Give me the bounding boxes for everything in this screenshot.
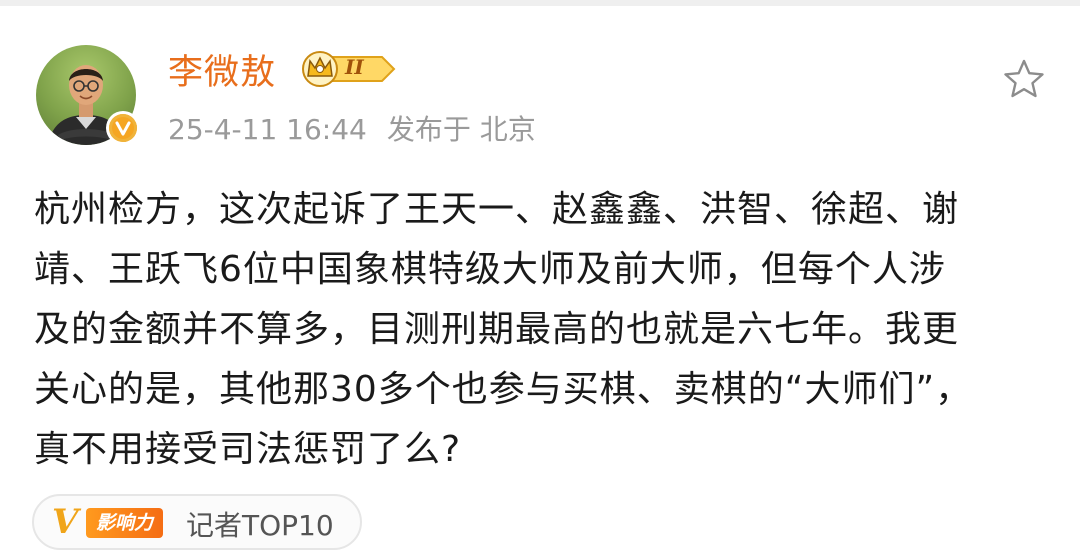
influence-v-icon: V: [52, 502, 79, 542]
verified-v-icon: [109, 114, 137, 142]
post-text-line: 及的金额并不算多，目测刑期最高的也就是六七年。我更: [34, 309, 960, 350]
post-text-line: 真不用接受司法惩罚了么?: [34, 429, 462, 470]
influence-tag-label: 记者TOP10: [186, 509, 334, 542]
level-badge-label: II: [345, 55, 364, 79]
post-body: 杭州检方，这次起诉了王天一、赵鑫鑫、洪智、徐超、谢 靖、王跃飞6位中国象棋特级大…: [34, 180, 1054, 480]
post-text-line: 关心的是，其他那30多个也参与买棋、卖棋的“大师们”，: [34, 369, 973, 410]
influence-tag-chip[interactable]: V 影响力 记者TOP10: [32, 494, 362, 550]
post-timestamp: 25-4-11 16:44: [168, 113, 367, 146]
author-name[interactable]: 李微敖: [168, 44, 276, 95]
top-divider: [0, 0, 1080, 6]
favorite-star-icon[interactable]: [1003, 58, 1045, 100]
influence-badge: 影响力: [86, 508, 164, 538]
post-text-line: 靖、王跃飞6位中国象棋特级大师及前大师，但每个人涉: [34, 249, 946, 290]
post-meta: 25-4-11 16:44 发布于 北京: [168, 108, 556, 148]
post-text-line: 杭州检方，这次起诉了王天一、赵鑫鑫、洪智、徐超、谢: [34, 189, 960, 230]
post-location: 发布于 北京: [386, 113, 536, 146]
verified-badge: [106, 111, 140, 145]
avatar[interactable]: [36, 45, 140, 145]
